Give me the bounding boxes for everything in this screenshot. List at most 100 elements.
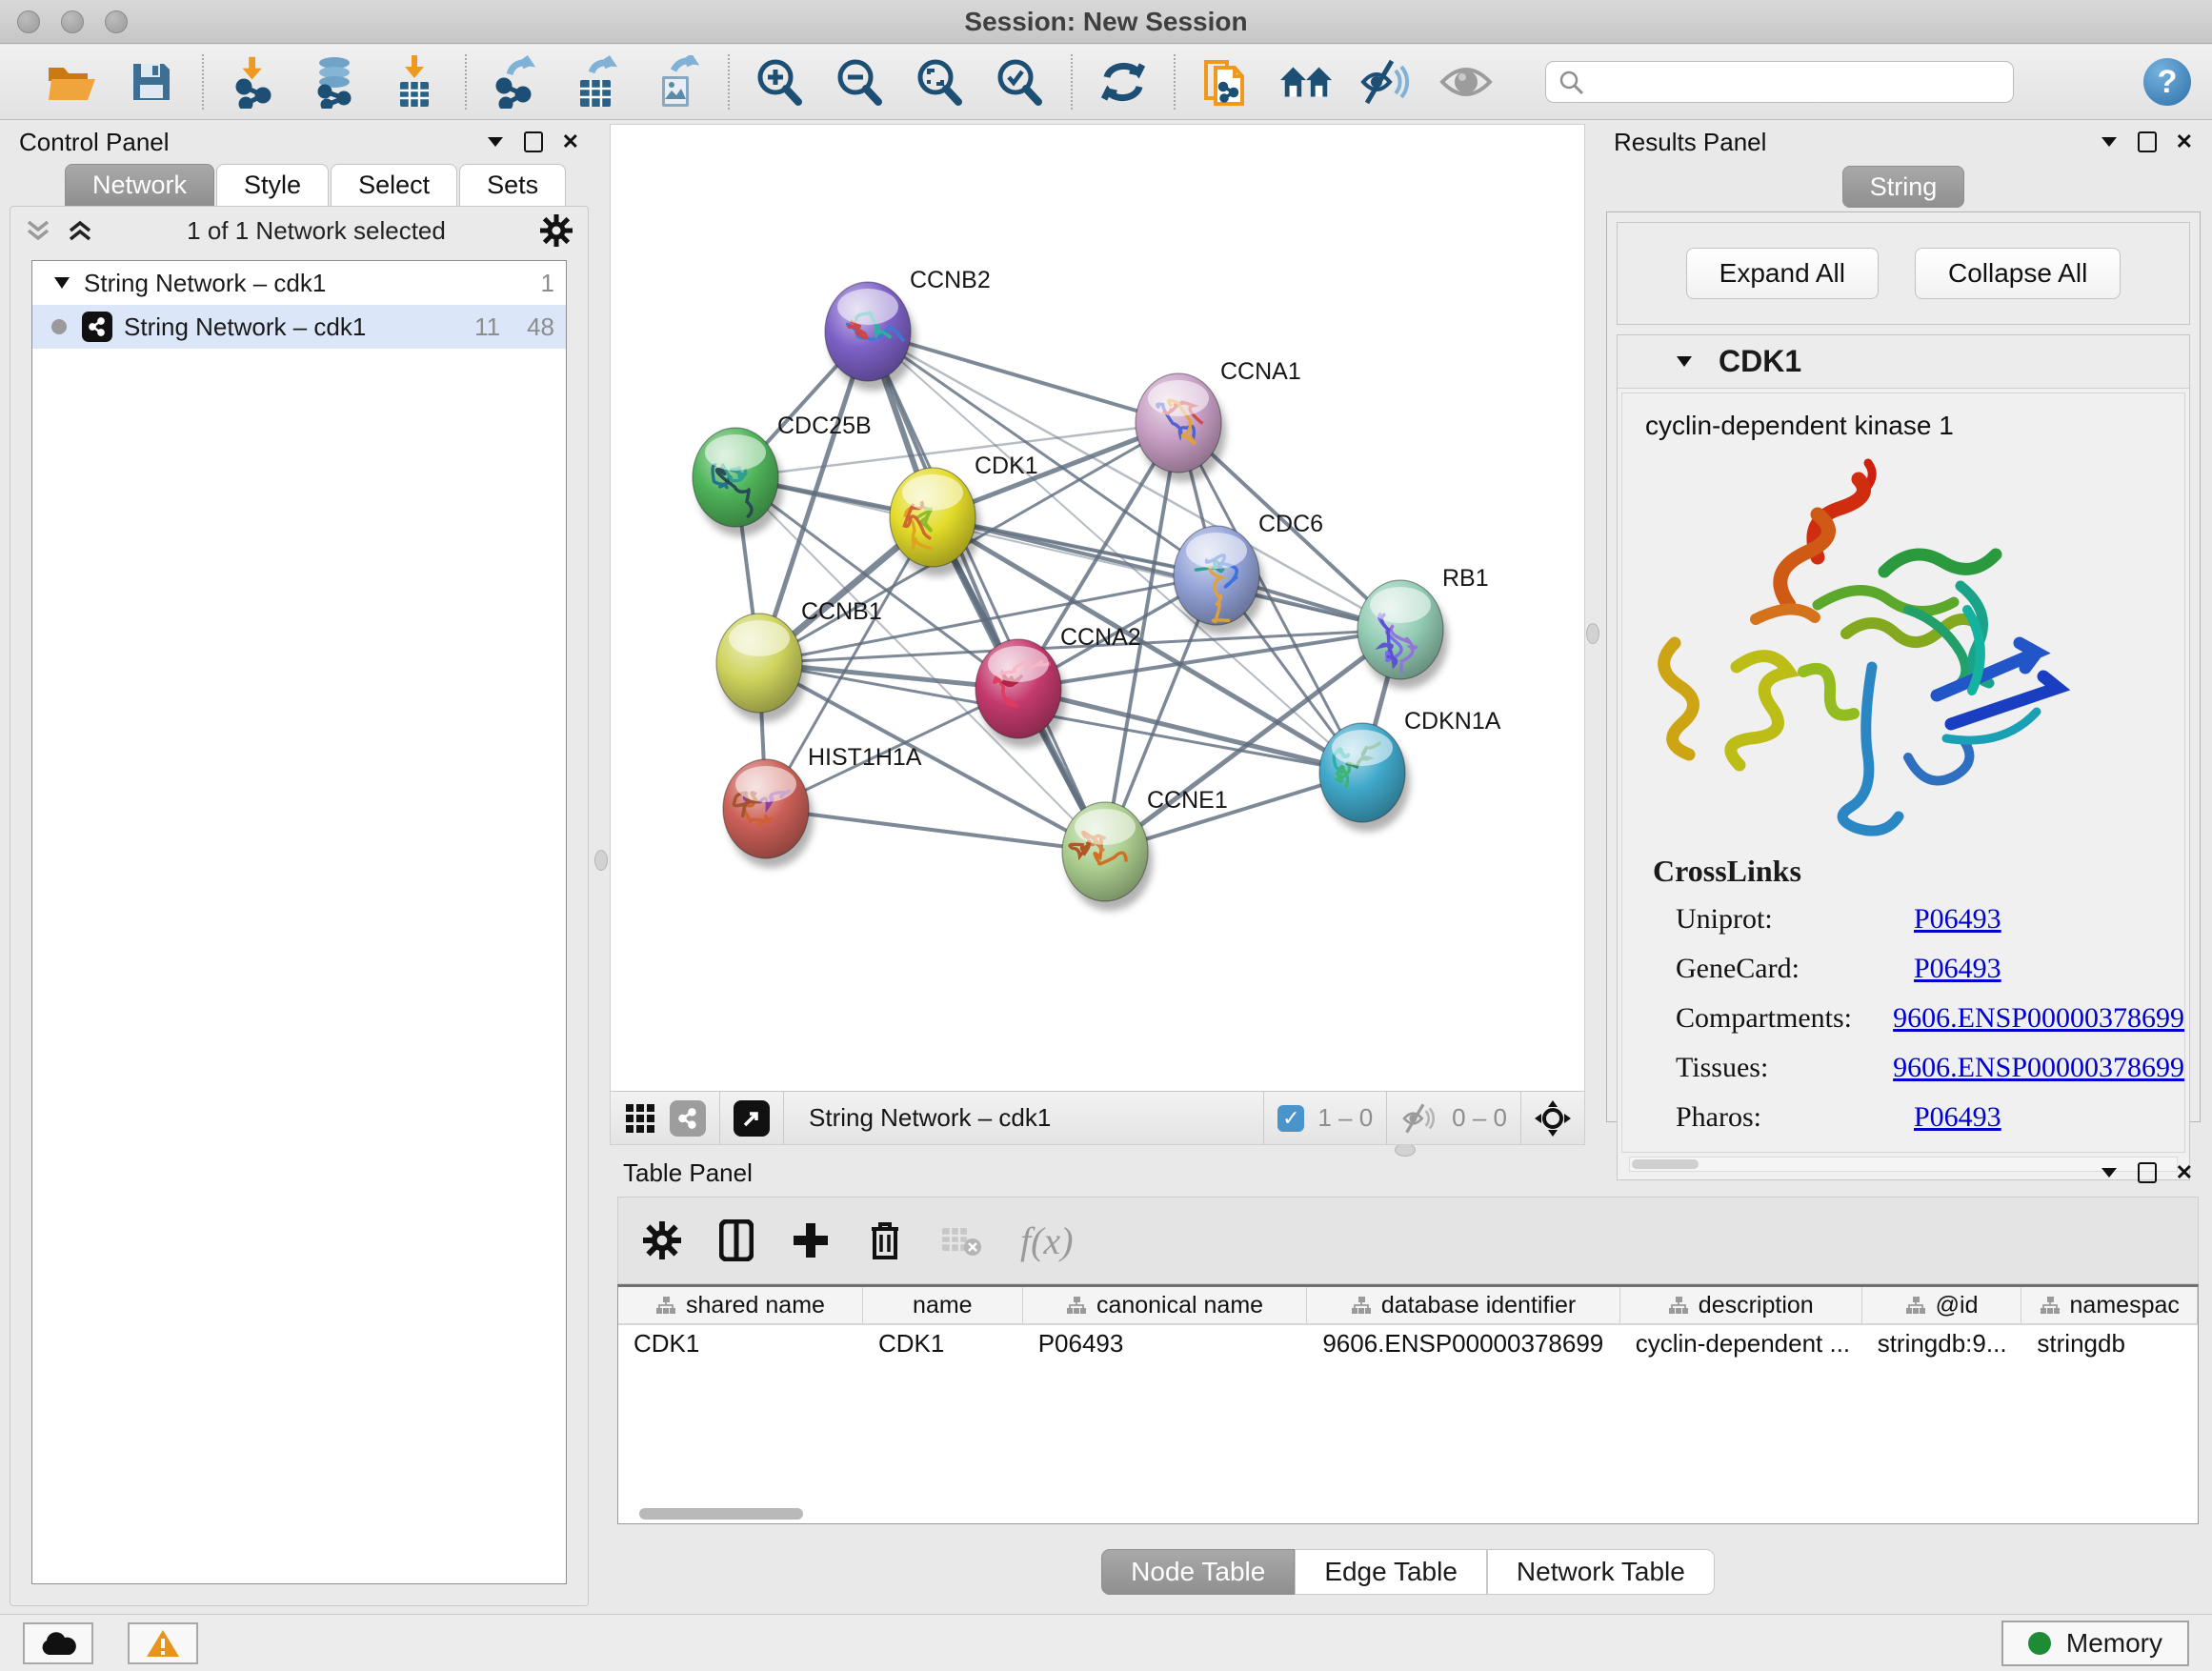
column-header-database-identifier[interactable]: database identifier — [1307, 1287, 1619, 1323]
birds-eye-view-icon[interactable] — [624, 1102, 656, 1135]
left-splitter-handle[interactable] — [594, 850, 608, 871]
network-options-gear-icon[interactable] — [540, 214, 573, 247]
cell-name[interactable]: CDK1 — [863, 1325, 1023, 1361]
column-header-description[interactable]: description — [1620, 1287, 1862, 1323]
panel-float-button[interactable] — [2138, 1162, 2157, 1183]
panel-menu-icon[interactable] — [2100, 1166, 2119, 1179]
zoom-fit-button[interactable] — [913, 54, 968, 110]
node-HIST1H1A[interactable]: HIST1H1A — [723, 744, 922, 868]
export-view-icon[interactable] — [734, 1100, 770, 1137]
node-CDC25B[interactable]: CDC25B — [693, 413, 872, 536]
node-CCNA1[interactable]: CCNA1 — [1136, 358, 1301, 482]
column-header-namespac[interactable]: namespac — [2021, 1287, 2198, 1323]
node-CDK1[interactable]: CDK1 — [890, 453, 1038, 576]
tab-node-table[interactable]: Node Table — [1101, 1549, 1295, 1595]
collapse-all-icon[interactable] — [26, 219, 50, 242]
table-horizontal-scrollbar[interactable] — [628, 1506, 2199, 1521]
cell-canonical-name[interactable]: P06493 — [1023, 1325, 1308, 1361]
delete-column-icon[interactable] — [868, 1219, 902, 1261]
export-network-button[interactable] — [490, 54, 545, 110]
string-document-button[interactable] — [1198, 54, 1254, 110]
cell-description[interactable]: cyclin-dependent ... — [1620, 1325, 1862, 1361]
expand-all-icon[interactable] — [68, 219, 92, 242]
memory-button[interactable]: Memory — [2001, 1621, 2189, 1666]
selected-nodes-checkbox[interactable]: ✓ — [1277, 1105, 1304, 1132]
right-splitter-handle[interactable] — [1586, 623, 1599, 644]
import-table-file-button[interactable] — [387, 54, 442, 110]
node-label-CCNB1: CCNB1 — [801, 598, 882, 625]
cell-namespac[interactable]: stringdb — [2021, 1325, 2198, 1361]
import-network-database-button[interactable] — [307, 54, 362, 110]
panel-float-button[interactable] — [524, 131, 543, 152]
crosslink-link[interactable]: P06493 — [1914, 953, 2001, 985]
show-columns-icon[interactable] — [719, 1219, 754, 1261]
save-session-button[interactable] — [124, 54, 179, 110]
panel-menu-icon[interactable] — [2100, 135, 2119, 149]
collapse-all-button[interactable]: Collapse All — [1915, 248, 2121, 299]
tab-string-results[interactable]: String — [1842, 166, 1965, 208]
tab-select[interactable]: Select — [331, 164, 457, 206]
warnings-button[interactable] — [128, 1622, 198, 1664]
pan-crosshair-icon[interactable] — [1535, 1100, 1571, 1137]
table-row[interactable]: CDK1CDK1P064939606.ENSP00000378699cyclin… — [618, 1325, 2198, 1361]
crosslink-label: Tissues: — [1676, 1052, 1893, 1084]
cell-@id[interactable]: stringdb:9... — [1862, 1325, 2022, 1361]
open-session-button[interactable] — [44, 54, 99, 110]
panel-close-button[interactable]: ✕ — [2176, 131, 2193, 152]
column-header-shared-name[interactable]: shared name — [618, 1287, 863, 1323]
tab-network[interactable]: Network — [65, 164, 214, 206]
edge-CDK1-RB1[interactable] — [933, 517, 1400, 630]
node-RB1[interactable]: RB1 — [1357, 565, 1489, 689]
edge-CCNB2-CCNE1[interactable] — [868, 332, 1105, 852]
close-window-button[interactable] — [17, 10, 40, 33]
edge-HIST1H1A-CCNE1[interactable] — [766, 809, 1105, 852]
zoom-window-button[interactable] — [105, 10, 128, 33]
export-table-button[interactable] — [570, 54, 625, 110]
gene-section-header[interactable]: CDK1 — [1618, 335, 2189, 389]
apply-layout-button[interactable] — [1096, 54, 1151, 110]
zoom-out-button[interactable] — [833, 54, 888, 110]
section-expander-icon[interactable] — [1675, 354, 1694, 369]
network-canvas[interactable]: CCNB2CCNA1CDC25BCDK1CDC6RB1CCNB1CCNA2CDK… — [611, 125, 1584, 1091]
string-home-button[interactable] — [1278, 54, 1334, 110]
crosslink-link[interactable]: P06493 — [1914, 903, 2001, 936]
node-CCNB2[interactable]: CCNB2 — [825, 267, 991, 391]
column-header-name[interactable]: name — [863, 1287, 1023, 1323]
tab-edge-table[interactable]: Edge Table — [1295, 1549, 1487, 1595]
zoom-in-button[interactable] — [753, 54, 808, 110]
tab-style[interactable]: Style — [216, 164, 329, 206]
minimize-window-button[interactable] — [61, 10, 84, 33]
node-CDKN1A[interactable]: CDKN1A — [1319, 708, 1501, 832]
show-graphics-button[interactable] — [1438, 54, 1494, 110]
tab-network-table[interactable]: Network Table — [1487, 1549, 1715, 1595]
hide-unhide-button[interactable] — [1358, 54, 1414, 110]
column-header-canonical-name[interactable]: canonical name — [1023, 1287, 1308, 1323]
table-options-gear-icon[interactable] — [643, 1221, 681, 1259]
cloud-button[interactable] — [23, 1622, 93, 1664]
cell-shared-name[interactable]: CDK1 — [618, 1325, 863, 1361]
search-input[interactable] — [1545, 61, 2014, 103]
column-header-@id[interactable]: @id — [1862, 1287, 2022, 1323]
node-CCNE1[interactable]: CCNE1 — [1062, 787, 1228, 911]
tab-sets[interactable]: Sets — [459, 164, 566, 206]
panel-close-button[interactable]: ✕ — [562, 131, 579, 152]
export-image-button[interactable] — [650, 54, 705, 110]
panel-menu-icon[interactable] — [486, 135, 505, 149]
panel-close-button[interactable]: ✕ — [2176, 1162, 2193, 1183]
crosslink-link[interactable]: 9606.ENSP00000378699 — [1893, 1002, 2184, 1035]
network-row[interactable]: String Network – cdk1 11 48 — [32, 305, 566, 349]
zoom-selected-button[interactable] — [993, 54, 1048, 110]
cell-database-identifier[interactable]: 9606.ENSP00000378699 — [1307, 1325, 1619, 1361]
node-CDC6[interactable]: CDC6 — [1174, 511, 1323, 634]
crosslink-link[interactable]: P06493 — [1914, 1101, 2001, 1134]
panel-float-button[interactable] — [2138, 131, 2157, 152]
import-network-file-button[interactable] — [227, 54, 282, 110]
tree-expander-icon[interactable] — [53, 276, 70, 290]
string-view-icon[interactable] — [670, 1100, 706, 1137]
crosslink-link[interactable]: 9606.ENSP00000378699 — [1893, 1052, 2184, 1084]
expand-all-button[interactable]: Expand All — [1686, 248, 1879, 299]
add-column-icon[interactable] — [792, 1221, 830, 1259]
help-button[interactable]: ? — [2143, 58, 2191, 106]
node-CCNB1[interactable]: CCNB1 — [716, 598, 882, 722]
network-collection-row[interactable]: String Network – cdk1 1 — [32, 261, 566, 305]
